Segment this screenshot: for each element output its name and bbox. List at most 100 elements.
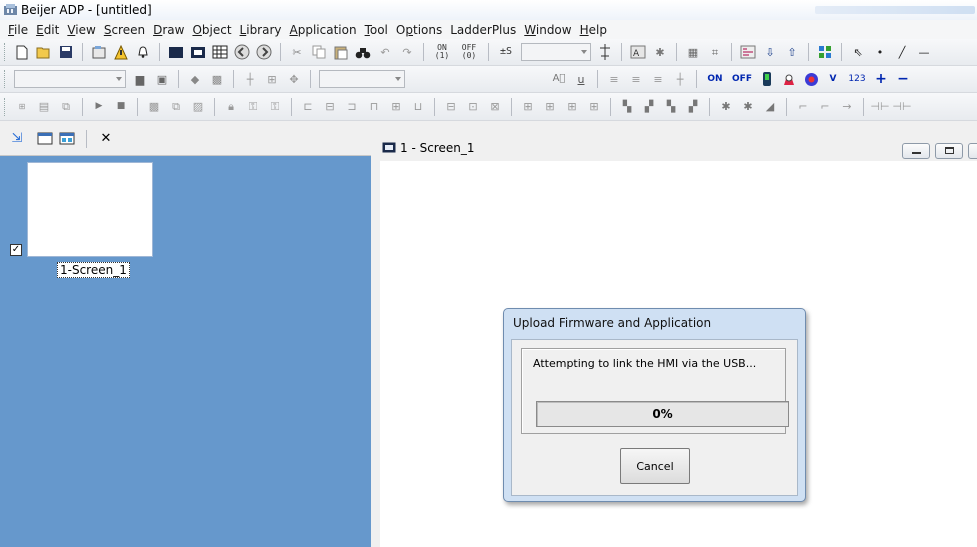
size-combo[interactable] <box>319 70 405 88</box>
hline-icon[interactable]: — <box>916 44 932 60</box>
dot-icon[interactable]: • <box>872 44 888 60</box>
on-state-icon[interactable]: ON (1) <box>432 44 452 60</box>
screen-black-icon[interactable] <box>168 44 184 60</box>
menu-object[interactable]: Object <box>188 23 235 37</box>
lock-all-icon[interactable]: ⚿ <box>267 99 283 115</box>
paste-icon[interactable] <box>333 44 349 60</box>
align-left-edge-icon[interactable]: ⊏ <box>300 99 316 115</box>
screen-tile-icon[interactable] <box>59 131 75 147</box>
menu-application[interactable]: Application <box>286 23 361 37</box>
bring-front-icon[interactable]: ▆ <box>132 71 148 87</box>
align-center-text-icon[interactable]: ≡ <box>628 71 644 87</box>
crosshair-icon[interactable]: ┼ <box>672 71 688 87</box>
redo-icon[interactable]: ↷ <box>399 44 415 60</box>
mirror-icon[interactable]: ✱ <box>740 99 756 115</box>
to-front-icon[interactable]: ▚ <box>619 99 635 115</box>
screen-grid-icon[interactable] <box>212 44 228 60</box>
forward-one-icon[interactable]: ▚ <box>663 99 679 115</box>
grid-square-icon[interactable]: ⊞ <box>264 71 280 87</box>
bitmap-icon[interactable]: ▩ <box>146 99 162 115</box>
space-h-icon[interactable]: ⊞ <box>520 99 536 115</box>
state-combo[interactable] <box>521 43 591 61</box>
space-v-icon[interactable]: ⊞ <box>542 99 558 115</box>
properties-icon[interactable] <box>91 44 107 60</box>
toolbar-grip[interactable] <box>4 70 7 88</box>
menu-edit[interactable]: Edit <box>32 23 63 37</box>
plus-minus-s-icon[interactable]: ±S <box>497 44 515 60</box>
ladder-icon[interactable] <box>740 44 756 60</box>
screen-thumbnail-label[interactable]: 1-Screen_1 <box>57 262 130 278</box>
same-height-icon[interactable]: ⊡ <box>465 99 481 115</box>
minus-icon[interactable]: − <box>895 71 911 87</box>
text-box-icon[interactable]: A <box>630 44 646 60</box>
menu-help[interactable]: Help <box>576 23 611 37</box>
text-size-icon[interactable]: A⃞ <box>551 71 567 87</box>
bell-icon[interactable] <box>135 44 151 60</box>
to-back-icon[interactable]: ▞ <box>641 99 657 115</box>
pointer-icon[interactable]: ⇖ <box>850 44 866 60</box>
same-size-icon[interactable]: ⊠ <box>487 99 503 115</box>
variable-icon[interactable]: V <box>825 71 841 87</box>
connect-icon[interactable]: ◆ <box>187 71 203 87</box>
grid-icon[interactable]: ▦ <box>685 44 701 60</box>
play-icon[interactable]: ▶ <box>91 99 107 115</box>
off-state-icon[interactable]: OFF (0) <box>458 44 480 60</box>
numeric-icon[interactable]: 123 <box>847 71 867 87</box>
layer-icon[interactable]: ▣ <box>154 71 170 87</box>
edit-doc-icon[interactable]: ▨ <box>190 99 206 115</box>
screen-window-icon[interactable] <box>190 44 206 60</box>
gauge-icon[interactable] <box>803 71 819 87</box>
align-right-edge-icon[interactable]: ⊐ <box>344 99 360 115</box>
component-colors-icon[interactable] <box>817 44 833 60</box>
underline-icon[interactable]: u <box>573 71 589 87</box>
toolbar-grip[interactable] <box>4 43 7 61</box>
stop-icon[interactable]: ■ <box>113 99 129 115</box>
menu-view[interactable]: View <box>63 23 99 37</box>
indicator-icon[interactable] <box>759 71 775 87</box>
image-icon[interactable]: ▤ <box>36 99 52 115</box>
copy-screen-icon[interactable]: ⧉ <box>58 99 74 115</box>
menu-draw[interactable]: Draw <box>149 23 188 37</box>
minimize-button[interactable] <box>902 143 930 159</box>
backward-one-icon[interactable]: ▞ <box>685 99 701 115</box>
open-folder-icon[interactable] <box>36 44 52 60</box>
screen-thumbnail[interactable] <box>27 162 153 257</box>
line-icon[interactable]: ╱ <box>894 44 910 60</box>
align-center-icon[interactable] <box>597 44 613 60</box>
undo-icon[interactable]: ↶ <box>377 44 393 60</box>
lamp-icon[interactable] <box>781 71 797 87</box>
cancel-button[interactable]: Cancel <box>620 448 690 484</box>
align-right-icon[interactable]: ≡ <box>650 71 666 87</box>
lock-icon[interactable]: 🔒︎ <box>223 99 239 115</box>
pin-icon[interactable]: ✱ <box>652 44 668 60</box>
coil-icon[interactable]: ⊣⊢ <box>892 99 911 115</box>
unlock-icon[interactable]: ⚿ <box>245 99 261 115</box>
menu-file[interactable]: File <box>4 23 32 37</box>
rotate-icon[interactable]: ◢ <box>762 99 778 115</box>
flip-icon[interactable]: ✱ <box>718 99 734 115</box>
menu-options[interactable]: Options <box>392 23 446 37</box>
off-button-icon[interactable]: OFF <box>731 71 753 87</box>
upload-icon[interactable]: ⇧ <box>784 44 800 60</box>
close-icon[interactable]: ✕ <box>98 131 114 147</box>
toolbar-grip[interactable] <box>4 97 7 116</box>
align-left-icon[interactable]: ≡ <box>606 71 622 87</box>
font-combo[interactable] <box>14 70 126 88</box>
arrow-right-icon[interactable]: → <box>839 99 855 115</box>
menu-tool[interactable]: Tool <box>361 23 392 37</box>
copy-icon[interactable] <box>311 44 327 60</box>
menu-window[interactable]: Window <box>520 23 575 37</box>
line-elbow-icon[interactable]: ⌐ <box>795 99 811 115</box>
plus-icon[interactable]: + <box>873 71 889 87</box>
center-v-icon[interactable]: ⊞ <box>586 99 602 115</box>
align-bottom-icon[interactable]: ⊔ <box>410 99 426 115</box>
ladder-mode-icon[interactable]: ⊞ <box>14 99 30 115</box>
cross-icon[interactable]: ┼ <box>242 71 258 87</box>
screen-checkbox[interactable]: ✓ <box>10 244 22 256</box>
same-width-icon[interactable]: ⊟ <box>443 99 459 115</box>
restore-button[interactable] <box>935 143 963 159</box>
contact-icon[interactable]: ⊣⊢ <box>870 99 889 115</box>
pin-pane-icon[interactable]: ⇲ <box>9 131 25 147</box>
snap-icon[interactable]: ⌗ <box>707 44 723 60</box>
cut-icon[interactable]: ✂ <box>289 44 305 60</box>
